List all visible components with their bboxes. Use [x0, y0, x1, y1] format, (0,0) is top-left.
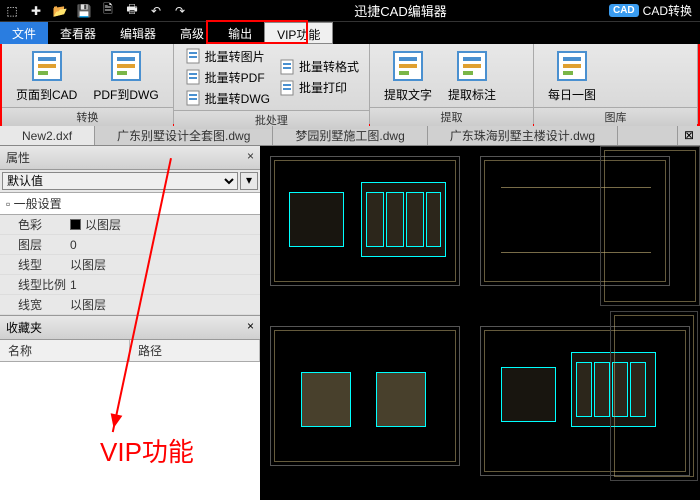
print-icon[interactable]: 🖶	[122, 2, 142, 20]
fav-body	[0, 362, 260, 500]
redo-icon[interactable]: ↷	[170, 2, 190, 20]
fav-header: 收藏夹	[6, 319, 42, 336]
menubar: 文件查看器编辑器高级输出VIP功能	[0, 22, 700, 44]
ribbon-group-label: 提取	[370, 107, 533, 126]
doc-icon	[184, 68, 202, 86]
ribbon: 页面到CADPDF到DWG 转换 批量转图片批量转PDF批量转DWG批量转格式批量打…	[0, 44, 700, 126]
ribbon-group-label: 转换	[2, 107, 173, 126]
doc-icon	[184, 89, 202, 107]
doc-icon	[184, 47, 202, 65]
ribbon-btn[interactable]: 提取标注	[440, 46, 504, 105]
ribbon-icon	[108, 48, 144, 84]
ribbon-btn[interactable]: 提取文字	[376, 46, 440, 105]
props-header: 属性	[6, 149, 30, 166]
ribbon-small-btn[interactable]: 批量转DWG	[180, 88, 274, 108]
props-dropdown-icon[interactable]: ▾	[240, 172, 258, 190]
props-grid: 色彩以图层图层0线型以图层线型比例1线宽以图层	[0, 215, 260, 315]
app-logo-icon: ⬚	[2, 2, 22, 20]
open-icon[interactable]: 📂	[50, 2, 70, 20]
menu-0[interactable]: 文件	[0, 22, 48, 44]
prop-row[interactable]: 线型以图层	[0, 255, 260, 275]
ribbon-icon	[454, 48, 490, 84]
annotation-box-tabs	[206, 20, 308, 44]
ribbon-btn[interactable]: PDF到DWG	[85, 46, 166, 105]
tab-close-icon[interactable]: ⊠	[677, 126, 700, 145]
props-default-select[interactable]: 默认值	[2, 172, 238, 190]
ribbon-btn[interactable]: 页面到CAD	[8, 46, 85, 105]
prop-row[interactable]: 色彩以图层	[0, 215, 260, 235]
ribbon-icon	[29, 48, 65, 84]
ribbon-small-btn[interactable]: 批量转PDF	[180, 67, 274, 87]
doc-icon	[278, 79, 296, 97]
app-title: 迅捷CAD编辑器	[192, 1, 609, 20]
ribbon-small-btn[interactable]: 批量打印	[274, 78, 363, 98]
prop-row[interactable]: 线型比例1	[0, 275, 260, 295]
menu-2[interactable]: 编辑器	[108, 22, 168, 44]
doc-tab[interactable]: 广东别墅设计全套图.dwg	[95, 126, 273, 145]
document-tabs: New2.dxf广东别墅设计全套图.dwg梦园别墅施工图.dwg广东珠海别墅主楼…	[0, 126, 700, 146]
props-section[interactable]: ▫ 一般设置	[0, 192, 260, 215]
cad-badge: CAD	[609, 4, 639, 17]
props-close-icon[interactable]: ×	[247, 149, 254, 166]
ribbon-icon	[390, 48, 426, 84]
ribbon-group-label: 图库	[534, 107, 697, 126]
drawing-canvas[interactable]	[260, 146, 700, 500]
save-icon[interactable]: 💾	[74, 2, 94, 20]
ribbon-small-btn[interactable]: 批量转格式	[274, 57, 363, 77]
prop-row[interactable]: 图层0	[0, 235, 260, 255]
ribbon-btn[interactable]: 每日一图	[540, 46, 604, 105]
menu-1[interactable]: 查看器	[48, 22, 108, 44]
prop-row[interactable]: 线宽以图层	[0, 295, 260, 315]
ribbon-small-btn[interactable]: 批量转图片	[180, 46, 274, 66]
cad-convert-button[interactable]: CAD转换	[643, 2, 692, 19]
doc-icon	[278, 58, 296, 76]
annotation-text: VIP功能	[100, 432, 194, 469]
doc-tab[interactable]: 广东珠海别墅主楼设计.dwg	[428, 126, 618, 145]
color-swatch	[70, 219, 81, 230]
pdf-icon[interactable]: 🗎	[98, 2, 118, 20]
fav-col[interactable]: 路径	[130, 340, 260, 361]
doc-tab[interactable]: New2.dxf	[0, 126, 95, 145]
doc-tab[interactable]: 梦园别墅施工图.dwg	[273, 126, 427, 145]
undo-icon[interactable]: ↶	[146, 2, 166, 20]
new-icon[interactable]: ✚	[26, 2, 46, 20]
fav-col[interactable]: 名称	[0, 340, 130, 361]
fav-close-icon[interactable]: ×	[247, 319, 254, 336]
ribbon-icon	[554, 48, 590, 84]
